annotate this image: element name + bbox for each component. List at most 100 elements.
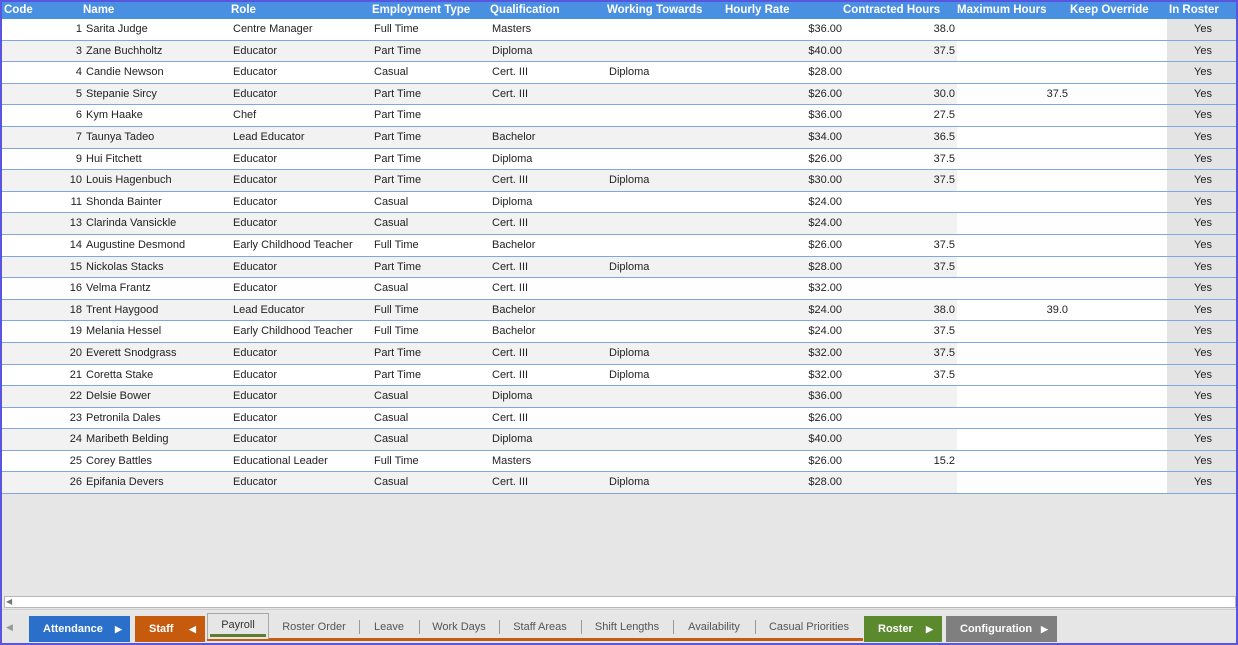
header-code[interactable]: Code bbox=[4, 4, 33, 16]
cell-employment-type[interactable]: Casual bbox=[374, 386, 484, 407]
cell-hourly-rate[interactable]: $28.00 bbox=[722, 62, 842, 83]
cell-name[interactable]: Everett Snodgrass bbox=[86, 343, 226, 364]
cell-maximum-hours[interactable] bbox=[957, 235, 1068, 256]
tab-payroll[interactable]: Payroll bbox=[207, 613, 269, 639]
cell-role[interactable]: Lead Educator bbox=[233, 127, 368, 148]
header-in-roster[interactable]: In Roster bbox=[1169, 4, 1219, 16]
cell-in-roster[interactable]: Yes bbox=[1167, 127, 1212, 148]
cell-working-towards[interactable] bbox=[609, 278, 719, 299]
cell-code[interactable]: 15 bbox=[2, 257, 82, 278]
cell-role[interactable]: Centre Manager bbox=[233, 19, 368, 40]
cell-working-towards[interactable] bbox=[609, 408, 719, 429]
cell-hourly-rate[interactable]: $24.00 bbox=[722, 213, 842, 234]
header-working-towards[interactable]: Working Towards bbox=[607, 4, 702, 16]
cell-in-roster[interactable]: Yes bbox=[1167, 278, 1212, 299]
cell-code[interactable]: 11 bbox=[2, 192, 82, 213]
cell-role[interactable]: Educator bbox=[233, 170, 368, 191]
cell-code[interactable]: 7 bbox=[2, 127, 82, 148]
table-row[interactable]: 3 Zane Buchholtz Educator Part Time Diploma $… bbox=[2, 40, 1236, 63]
cell-working-towards[interactable] bbox=[609, 386, 719, 407]
cell-in-roster[interactable]: Yes bbox=[1167, 41, 1212, 62]
cell-working-towards[interactable] bbox=[609, 235, 719, 256]
cell-in-roster[interactable]: Yes bbox=[1167, 472, 1212, 493]
cell-code[interactable]: 14 bbox=[2, 235, 82, 256]
cell-in-roster[interactable]: Yes bbox=[1167, 235, 1212, 256]
cell-name[interactable]: Coretta Stake bbox=[86, 365, 226, 386]
cell-maximum-hours[interactable] bbox=[957, 451, 1068, 472]
cell-working-towards[interactable] bbox=[609, 127, 719, 148]
cell-maximum-hours[interactable] bbox=[957, 321, 1068, 342]
cell-name[interactable]: Velma Frantz bbox=[86, 278, 226, 299]
cell-hourly-rate[interactable]: $32.00 bbox=[722, 365, 842, 386]
cell-role[interactable]: Educator bbox=[233, 408, 368, 429]
cell-role[interactable]: Early Childhood Teacher bbox=[233, 321, 368, 342]
header-qualification[interactable]: Qualification bbox=[490, 4, 560, 16]
cell-working-towards[interactable] bbox=[609, 192, 719, 213]
cell-qualification[interactable]: Diploma bbox=[492, 41, 602, 62]
cell-contracted-hours[interactable]: 37.5 bbox=[842, 149, 955, 170]
table-row[interactable]: 10 Louis Hagenbuch Educator Part Time Cert. … bbox=[2, 170, 1236, 192]
cell-contracted-hours[interactable] bbox=[842, 386, 955, 407]
cell-name[interactable]: Maribeth Belding bbox=[86, 429, 226, 450]
cell-role[interactable]: Educator bbox=[233, 149, 368, 170]
table-row[interactable]: 11 Shonda Bainter Educator Casual Diploma $24… bbox=[2, 191, 1236, 214]
cell-in-roster[interactable]: Yes bbox=[1167, 365, 1212, 386]
cell-hourly-rate[interactable]: $26.00 bbox=[722, 84, 842, 105]
cell-maximum-hours[interactable] bbox=[957, 386, 1068, 407]
cell-employment-type[interactable]: Full Time bbox=[374, 235, 484, 256]
cell-role[interactable]: Educator bbox=[233, 257, 368, 278]
cell-employment-type[interactable]: Full Time bbox=[374, 321, 484, 342]
cell-role[interactable]: Educator bbox=[233, 41, 368, 62]
cell-qualification[interactable]: Cert. III bbox=[492, 257, 602, 278]
cell-qualification[interactable]: Diploma bbox=[492, 149, 602, 170]
cell-name[interactable]: Nickolas Stacks bbox=[86, 257, 226, 278]
cell-name[interactable]: Zane Buchholtz bbox=[86, 41, 226, 62]
cell-name[interactable]: Petronila Dales bbox=[86, 408, 226, 429]
cell-maximum-hours[interactable] bbox=[957, 149, 1068, 170]
cell-in-roster[interactable]: Yes bbox=[1167, 170, 1212, 191]
cell-name[interactable]: Sarita Judge bbox=[86, 19, 226, 40]
cell-maximum-hours[interactable]: 39.0 bbox=[957, 300, 1068, 321]
cell-qualification[interactable]: Bachelor bbox=[492, 235, 602, 256]
cell-name[interactable]: Augustine Desmond bbox=[86, 235, 226, 256]
cell-working-towards[interactable] bbox=[609, 84, 719, 105]
cell-contracted-hours[interactable] bbox=[842, 472, 955, 493]
cell-qualification[interactable]: Cert. III bbox=[492, 472, 602, 493]
cell-in-roster[interactable]: Yes bbox=[1167, 321, 1212, 342]
cell-qualification[interactable]: Diploma bbox=[492, 192, 602, 213]
cell-in-roster[interactable]: Yes bbox=[1167, 257, 1212, 278]
cell-role[interactable]: Educator bbox=[233, 278, 368, 299]
cell-maximum-hours[interactable] bbox=[957, 62, 1068, 83]
cell-hourly-rate[interactable]: $26.00 bbox=[722, 408, 842, 429]
table-row[interactable]: 22 Delsie Bower Educator Casual Diploma $36.0… bbox=[2, 386, 1236, 408]
cell-qualification[interactable]: Cert. III bbox=[492, 170, 602, 191]
cell-code[interactable]: 25 bbox=[2, 451, 82, 472]
cell-code[interactable]: 9 bbox=[2, 149, 82, 170]
cell-maximum-hours[interactable] bbox=[957, 408, 1068, 429]
cell-working-towards[interactable] bbox=[609, 429, 719, 450]
cell-in-roster[interactable]: Yes bbox=[1167, 105, 1212, 126]
cell-maximum-hours[interactable] bbox=[957, 278, 1068, 299]
header-keep-override[interactable]: Keep Override bbox=[1070, 4, 1149, 16]
cell-role[interactable]: Educator bbox=[233, 213, 368, 234]
cell-employment-type[interactable]: Casual bbox=[374, 213, 484, 234]
cell-contracted-hours[interactable] bbox=[842, 408, 955, 429]
cell-contracted-hours[interactable] bbox=[842, 278, 955, 299]
cell-working-towards[interactable]: Diploma bbox=[609, 62, 719, 83]
cell-name[interactable]: Melania Hessel bbox=[86, 321, 226, 342]
cell-working-towards[interactable]: Diploma bbox=[609, 343, 719, 364]
cell-code[interactable]: 4 bbox=[2, 62, 82, 83]
cell-code[interactable]: 24 bbox=[2, 429, 82, 450]
cell-employment-type[interactable]: Part Time bbox=[374, 170, 484, 191]
cell-code[interactable]: 21 bbox=[2, 365, 82, 386]
table-row[interactable]: 1 Sarita Judge Centre Manager Full Time Mast… bbox=[2, 19, 1236, 41]
table-row[interactable]: 16 Velma Frantz Educator Casual Cert. III $32… bbox=[2, 278, 1236, 300]
cell-in-roster[interactable]: Yes bbox=[1167, 62, 1212, 83]
cell-hourly-rate[interactable]: $26.00 bbox=[722, 149, 842, 170]
table-row[interactable]: 15 Nickolas Stacks Educator Part Time Cert. … bbox=[2, 256, 1236, 279]
cell-in-roster[interactable]: Yes bbox=[1167, 300, 1212, 321]
table-row[interactable]: 23 Petronila Dales Educator Casual Cert. III… bbox=[2, 407, 1236, 430]
cell-maximum-hours[interactable] bbox=[957, 170, 1068, 191]
cell-code[interactable]: 6 bbox=[2, 105, 82, 126]
cell-in-roster[interactable]: Yes bbox=[1167, 343, 1212, 364]
